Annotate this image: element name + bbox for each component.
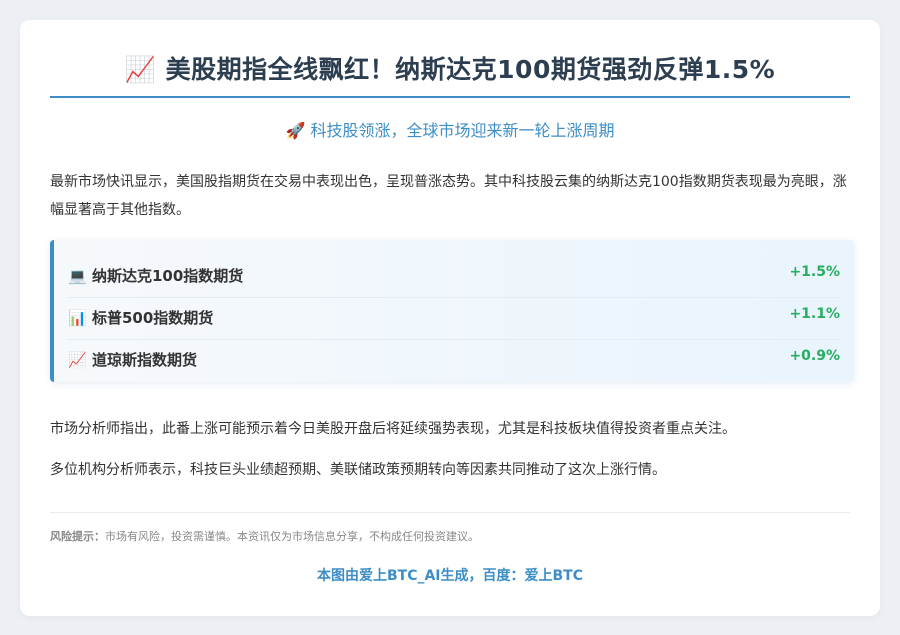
futures-list: 💻 纳斯达克100指数期货 +1.5% 📊 标普500指数期货 +1.1% 📈 道琼斯… xyxy=(50,240,854,382)
analysis-paragraph-2: 多位机构分析师表示，科技巨头业绩超预期、美联储政策预期转向等因素共同推动了这次上… xyxy=(50,462,666,478)
futures-change: +0.9% xyxy=(789,348,840,364)
footer-divider xyxy=(50,512,850,513)
subtitle-text: 科技股领涨，全球市场迎来新一轮上涨周期 xyxy=(310,121,615,140)
futures-name: 纳斯达克100指数期货 xyxy=(92,267,244,285)
chart-up-icon: 📈 xyxy=(124,55,157,84)
futures-change: +1.1% xyxy=(789,306,840,322)
futures-row-dow: 📈 道琼斯指数期货 +0.9% xyxy=(68,340,840,381)
futures-row-nasdaq: 💻 纳斯达克100指数期货 +1.5% xyxy=(68,256,840,298)
risk-label: 风险提示： xyxy=(50,530,105,543)
analysis-paragraph-1: 市场分析师指出，此番上涨可能预示着今日美股开盘后将延续强势表现，尤其是科技板块值… xyxy=(50,421,736,437)
trend-up-icon: 📈 xyxy=(68,351,87,369)
futures-row-sp500: 📊 标普500指数期货 +1.1% xyxy=(68,298,840,340)
page-title: 📈 美股期指全线飘红！纳斯达克100期货强劲反弹1.5% xyxy=(50,50,850,90)
footer-credit: 本图由爱上BTC_AI生成，百度：爱上BTC xyxy=(316,568,584,584)
risk-text: 市场有风险，投资需谨慎。本资讯仅为市场信息分享，不构成任何投资建议。 xyxy=(105,530,479,543)
futures-name: 标普500指数期货 xyxy=(92,309,214,327)
rocket-icon: 🚀 xyxy=(285,121,306,140)
risk-notice: 风险提示：市场有风险，投资需谨慎。本资讯仅为市场信息分享，不构成任何投资建议。 xyxy=(50,528,850,546)
futures-name: 道琼斯指数期货 xyxy=(92,351,198,369)
laptop-icon: 💻 xyxy=(68,267,87,285)
title-text: 美股期指全线飘红！纳斯达克100期货强劲反弹1.5% xyxy=(165,55,776,84)
bar-chart-icon: 📊 xyxy=(68,309,87,327)
title-divider xyxy=(50,96,850,98)
news-card: 📈 美股期指全线飘红！纳斯达克100期货强劲反弹1.5% 🚀 科技股领涨，全球市… xyxy=(20,20,880,616)
futures-change: +1.5% xyxy=(789,264,840,280)
intro-paragraph: 最新市场快讯显示，美国股指期货在交易中表现出色，呈现普涨态势。其中科技股云集的纳… xyxy=(50,174,847,218)
subtitle: 🚀 科技股领涨，全球市场迎来新一轮上涨周期 xyxy=(50,118,850,144)
